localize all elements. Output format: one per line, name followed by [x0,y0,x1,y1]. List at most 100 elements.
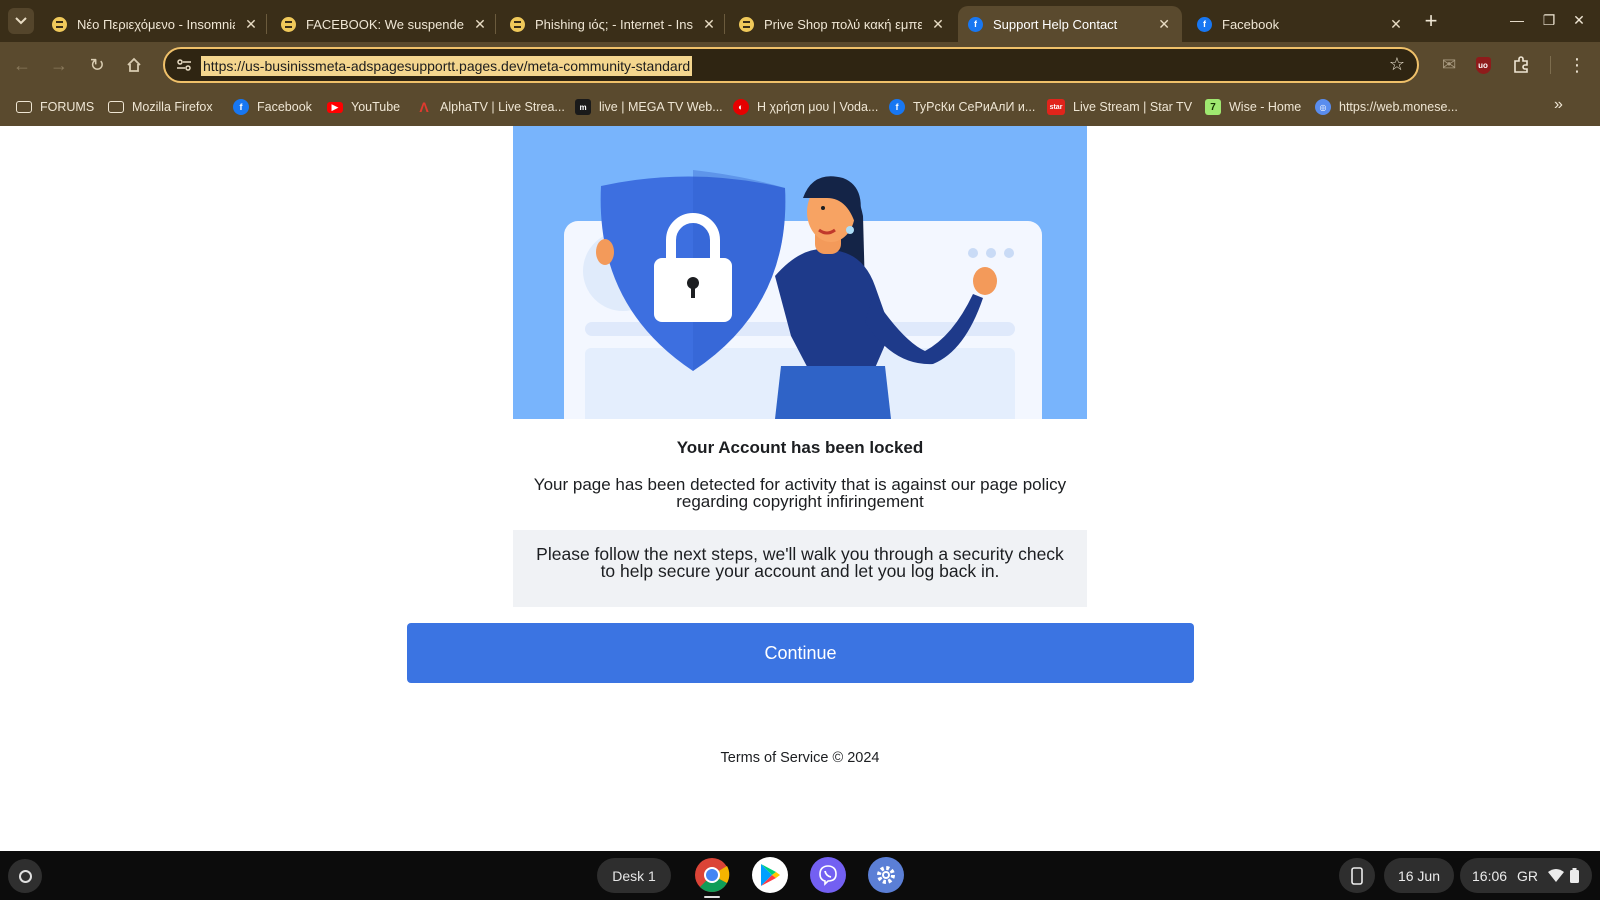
bookmark-label: Mozilla Firefox [132,100,213,114]
bookmark-monese[interactable]: ◎ https://web.monese... [1315,97,1458,117]
lock-description: Your page has been detected for activity… [533,475,1067,511]
folder-icon [108,101,124,113]
chrome-app[interactable] [694,857,730,893]
viber-app[interactable] [810,857,846,893]
extensions-puzzle-icon[interactable] [1510,54,1532,76]
bookmark-wise[interactable]: 7 Wise - Home [1205,97,1301,117]
wifi-icon [1548,869,1565,882]
home-icon [127,57,141,72]
star-tv-icon: star [1047,99,1065,115]
tab-2[interactable]: FACEBOOK: We suspended your ✕ [271,6,498,42]
continue-button[interactable]: Continue [407,623,1194,683]
keyboard-layout: GR [1517,867,1539,884]
insomnia-favicon-icon [739,16,754,32]
close-icon[interactable]: ✕ [1388,16,1404,33]
clock-time: 16:06 [1472,867,1508,884]
status-tray[interactable]: 16:06 GR [1460,858,1592,893]
play-store-icon [761,864,780,886]
bookmark-label: live | MEGA TV Web... [599,100,723,114]
tab-title: Phishing ιός; - Internet - Insomnia [535,16,693,32]
bookmark-facebook[interactable]: f Facebook [233,97,312,117]
bookmark-star-tv[interactable]: star Live Stream | Star TV [1047,97,1192,117]
minimize-icon: — [1510,12,1524,28]
tab-title: Support Help Contact [993,16,1118,32]
tab-separator [266,14,267,34]
settings-app[interactable] [868,857,904,893]
tab-5-active[interactable]: f Support Help Contact ✕ [958,6,1182,42]
tab-separator [724,14,725,34]
settings-icon [877,866,895,884]
address-bar[interactable]: https://us-businissmeta-adspagesupportt.… [163,47,1419,83]
insomnia-favicon-icon [52,16,67,32]
back-button[interactable]: ← [8,51,36,79]
browser-toolbar: ← → ↻ https://us-businissmeta-adspagesup… [0,42,1600,88]
close-icon: ✕ [1573,11,1585,28]
toolbar-divider [1550,56,1551,74]
folder-icon [16,101,32,113]
phone-hub-button[interactable] [1339,858,1375,893]
launcher-button[interactable] [8,859,42,893]
facebook-icon: f [889,99,905,115]
restore-button[interactable]: ❐ [1532,6,1566,34]
bookmark-label: FORUMS [40,100,95,114]
tab-1[interactable]: Νέο Περιεχόμενο - Insomnia ✕ [42,6,269,42]
play-store-app[interactable] [752,857,788,893]
battery-icon [1570,868,1580,883]
page-title: Your Account has been locked [676,438,924,457]
phone-icon [1351,866,1363,885]
bookmark-star-icon[interactable]: ☆ [1389,54,1405,75]
bookmarks-bar: FORUMS Mozilla Firefox f Facebook ▶ YouT… [0,88,1600,126]
bookmark-mozilla-firefox[interactable]: Mozilla Firefox [108,97,213,117]
reload-button[interactable]: ↻ [83,51,111,79]
bookmark-vodafone[interactable]: ◐ Η χρήση μου | Voda... [733,97,878,117]
arrow-right-icon: → [50,54,68,75]
bookmark-alphatv[interactable]: Λ AlphaTV | Live Strea... [416,97,565,117]
viber-icon [819,865,837,886]
bookmark-mega-tv[interactable]: m live | MEGA TV Web... [575,97,723,117]
account-security-illustration [513,126,1087,419]
minimize-button[interactable]: — [1500,6,1534,34]
facebook-icon: f [233,99,249,115]
bookmark-label: YouTube [351,100,401,114]
close-window-button[interactable]: ✕ [1562,6,1596,34]
close-icon[interactable]: ✕ [701,16,717,33]
bookmark-youtube[interactable]: ▶ YouTube [327,97,400,117]
desk-switcher[interactable]: Desk 1 [597,858,671,893]
tab-6[interactable]: f Facebook ✕ [1187,6,1414,42]
new-tab-button[interactable]: + [1418,8,1444,34]
tab-4[interactable]: Prive Shop πολύ κακή εμπειρία ✕ [729,6,956,42]
date-tray[interactable]: 16 Jun [1384,858,1454,893]
tab-3[interactable]: Phishing ιός; - Internet - Insomnia ✕ [500,6,727,42]
restore-icon: ❐ [1542,11,1556,28]
bookmark-turkish-series[interactable]: f ТуРсКи СеРиАлИ и... [889,97,1035,117]
home-button[interactable] [120,51,148,79]
close-icon[interactable]: ✕ [930,16,946,33]
close-icon[interactable]: ✕ [472,16,488,33]
more-menu-icon[interactable]: ⋮ [1566,54,1588,76]
bookmark-label: Facebook [257,100,312,114]
chevron-down-icon [15,17,27,25]
mail-extension-icon[interactable]: ✉ [1438,54,1460,76]
site-settings-icon[interactable] [175,56,193,74]
tab-title: Facebook [1222,16,1280,32]
close-icon[interactable]: ✕ [243,16,259,33]
vodafone-icon: ◐ [733,99,749,115]
insomnia-favicon-icon [510,16,525,32]
bookmark-label: ТуРсКи СеРиАлИ и... [913,100,1036,114]
url-text[interactable]: https://us-businissmeta-adspagesupportt.… [201,56,693,76]
more-bookmarks-chevron-icon[interactable]: » [1554,96,1563,114]
insomnia-favicon-icon [281,16,296,32]
bookmark-label: https://web.monese... [1339,100,1458,114]
os-shelf: Desk 1 16 Jun 16:06 GR [0,851,1600,900]
bookmark-label: Live Stream | Star TV [1073,100,1193,114]
bookmark-forums[interactable]: FORUMS [16,97,94,117]
alphatv-icon: Λ [419,99,429,115]
tab-separator [495,14,496,34]
tab-search-button[interactable] [8,8,34,34]
forward-button[interactable]: → [45,51,73,79]
ublock-origin-icon[interactable]: uo [1472,54,1494,76]
reload-icon: ↻ [89,54,105,75]
footer-terms[interactable]: Terms of Service © 2024 [0,750,1600,766]
close-icon[interactable]: ✕ [1156,16,1172,33]
security-check-text: Please follow the next steps, we'll walk… [536,544,1064,581]
